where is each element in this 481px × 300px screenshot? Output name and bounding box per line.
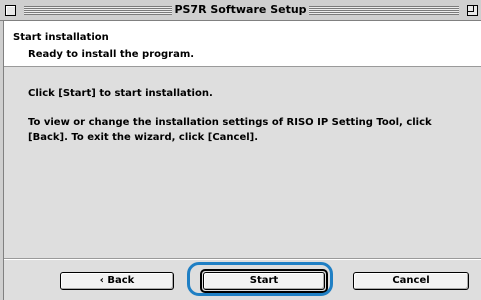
start-button[interactable]: Start xyxy=(200,269,328,293)
setup-window: PS7R Software Setup Start installation R… xyxy=(0,0,481,300)
instruction-start: Click [Start] to start installation. xyxy=(28,88,213,99)
wizard-header: Start installation Ready to install the … xyxy=(4,21,481,67)
cancel-button[interactable]: Cancel xyxy=(353,272,469,290)
title-bar-stripes-left xyxy=(24,6,172,15)
title-bar-stripes-right xyxy=(309,6,459,15)
close-box-icon[interactable] xyxy=(5,5,16,16)
back-button[interactable]: ‹ Back xyxy=(60,272,174,290)
instruction-back-cancel: To view or change the installation setti… xyxy=(28,117,432,143)
button-area-divider xyxy=(4,258,481,260)
title-bar[interactable]: PS7R Software Setup xyxy=(0,0,481,21)
window-title: PS7R Software Setup xyxy=(172,2,309,18)
header-title: Start installation xyxy=(13,32,109,43)
header-subtitle: Ready to install the program. xyxy=(28,49,195,60)
zoom-box-icon[interactable] xyxy=(467,5,478,16)
